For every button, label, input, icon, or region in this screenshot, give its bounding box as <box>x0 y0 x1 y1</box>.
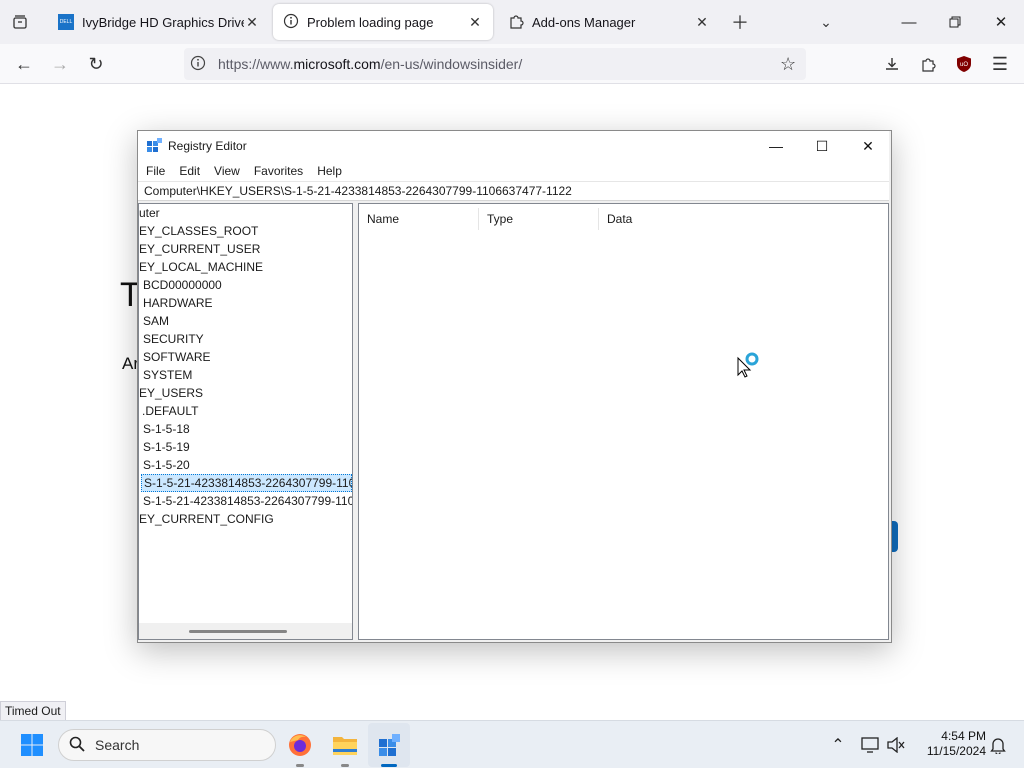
navigation-toolbar: ← → ↻ https://www.microsoft.com/en-us/wi… <box>0 44 1024 84</box>
registry-editor-taskbar-icon[interactable] <box>373 729 405 761</box>
tree-item-user-sid-classes[interactable]: S-1-5-21-4233814853-2264307799-11066 <box>143 492 352 510</box>
tree-item-security[interactable]: SECURITY <box>143 330 204 348</box>
tab-problem-loading[interactable]: Problem loading page ✕ <box>273 4 493 40</box>
running-indicator <box>341 764 349 767</box>
tab-label: IvyBridge HD Graphics Driver | D <box>82 14 244 30</box>
reload-icon[interactable]: ↻ <box>80 48 112 80</box>
column-header-type[interactable]: Type <box>479 208 599 230</box>
tab-overview-icon[interactable] <box>4 6 36 38</box>
search-icon <box>69 736 85 755</box>
dell-icon: DELL <box>58 14 74 30</box>
tree-item-hkcr[interactable]: EY_CLASSES_ROOT <box>139 222 258 240</box>
key-tree-pane[interactable]: uter EY_CLASSES_ROOT EY_CURRENT_USER EY_… <box>138 203 353 640</box>
menu-view[interactable]: View <box>206 164 246 178</box>
tree-item-s-1-5-19[interactable]: S-1-5-19 <box>143 438 190 456</box>
horizontal-scrollbar[interactable] <box>139 623 352 639</box>
close-icon[interactable]: ✕ <box>467 14 483 31</box>
ublock-shield-icon[interactable]: uO <box>948 48 980 80</box>
file-explorer-icon[interactable] <box>329 729 361 761</box>
close-icon[interactable]: ✕ <box>694 14 710 31</box>
windows-start-icon[interactable] <box>16 729 48 761</box>
extensions-icon[interactable] <box>912 48 944 80</box>
downloads-icon[interactable] <box>876 48 908 80</box>
tab-ivybridge[interactable]: DELL IvyBridge HD Graphics Driver | D ✕ <box>48 4 270 40</box>
close-window-icon[interactable]: ✕ <box>978 0 1024 44</box>
menu-bar: File Edit View Favorites Help <box>138 161 889 181</box>
tree-item-system[interactable]: SYSTEM <box>143 366 192 384</box>
tab-label: Add-ons Manager <box>532 14 636 30</box>
tree-item-hklm[interactable]: EY_LOCAL_MACHINE <box>139 258 263 276</box>
tab-addons-manager[interactable]: Add-ons Manager ✕ <box>498 4 720 40</box>
puzzle-icon <box>508 13 524 32</box>
menu-file[interactable]: File <box>138 164 171 178</box>
minimize-icon[interactable]: — <box>753 131 799 161</box>
close-icon[interactable]: ✕ <box>845 131 891 161</box>
browser-tab-bar: DELL IvyBridge HD Graphics Driver | D ✕ … <box>0 0 1024 44</box>
menu-favorites[interactable]: Favorites <box>246 164 309 178</box>
maximize-icon[interactable]: ☐ <box>799 131 845 161</box>
forward-arrow-icon[interactable]: → <box>44 48 76 80</box>
tree-item-software[interactable]: SOFTWARE <box>143 348 211 366</box>
url-text[interactable]: https://www.microsoft.com/en-us/windowsi… <box>218 56 522 72</box>
volume-muted-icon[interactable] <box>880 729 912 761</box>
scrollbar-thumb[interactable] <box>189 630 287 633</box>
clock-date: 11/15/2024 <box>926 744 986 758</box>
tree-item-default[interactable]: .DEFAULT <box>142 402 198 420</box>
menu-help[interactable]: Help <box>309 164 348 178</box>
tab-label: Problem loading page <box>307 14 434 30</box>
svg-text:uO: uO <box>960 62 968 68</box>
tree-item-s-1-5-18[interactable]: S-1-5-18 <box>143 420 190 438</box>
active-indicator <box>381 764 397 767</box>
new-tab-icon[interactable]: ＋ <box>724 6 756 38</box>
status-text: Timed Out <box>0 701 66 722</box>
tree-item-bcd[interactable]: BCD00000000 <box>143 276 222 294</box>
tree-item-s-1-5-20[interactable]: S-1-5-20 <box>143 456 190 474</box>
running-indicator <box>296 764 304 767</box>
notification-bell-icon[interactable] <box>982 729 1014 761</box>
tree-item-sam[interactable]: SAM <box>143 312 169 330</box>
tree-item-hkcc[interactable]: EY_CURRENT_CONFIG <box>139 510 274 528</box>
search-label: Search <box>95 737 140 753</box>
menu-hamburger-icon[interactable]: ☰ <box>984 48 1016 80</box>
clock-time: 4:54 PM <box>941 729 986 743</box>
clock[interactable]: 4:54 PM 11/15/2024 <box>914 729 986 759</box>
menu-edit[interactable]: Edit <box>171 164 206 178</box>
firefox-icon[interactable] <box>284 729 316 761</box>
bookmark-star-icon[interactable]: ☆ <box>780 54 796 75</box>
info-icon[interactable] <box>190 55 206 74</box>
values-list-pane[interactable]: Name Type Data <box>358 203 889 640</box>
taskbar: Search ⌃ 4:54 PM 11/15/2024 <box>0 720 1024 768</box>
registry-editor-window: Registry Editor — ☐ ✕ File Edit View Fav… <box>137 130 892 643</box>
tree-item-selected-user-sid[interactable]: S-1-5-21-4233814853-2264307799-11066 <box>141 474 352 492</box>
info-icon <box>283 13 299 32</box>
registry-address-bar[interactable]: Computer\HKEY_USERS\S-1-5-21-4233814853-… <box>138 181 889 201</box>
address-bar[interactable]: https://www.microsoft.com/en-us/windowsi… <box>184 48 806 80</box>
minimize-icon[interactable]: — <box>886 0 932 44</box>
registry-editor-icon <box>146 138 162 157</box>
window-title: Registry Editor <box>168 139 247 153</box>
back-arrow-icon[interactable]: ← <box>8 48 40 80</box>
busy-cursor-icon <box>736 352 762 383</box>
restore-icon[interactable] <box>932 0 978 44</box>
close-icon[interactable]: ✕ <box>244 14 260 31</box>
tree-item-computer[interactable]: uter <box>139 204 160 222</box>
column-header-data[interactable]: Data <box>599 208 719 230</box>
tree-item-hku[interactable]: EY_USERS <box>139 384 203 402</box>
tree-item-hkcu[interactable]: EY_CURRENT_USER <box>139 240 260 258</box>
taskbar-search-box[interactable]: Search <box>58 729 276 761</box>
tree-item-hardware[interactable]: HARDWARE <box>143 294 213 312</box>
list-tabs-chevron-icon[interactable]: ⌄ <box>810 6 842 38</box>
chevron-up-icon[interactable]: ⌃ <box>822 729 854 761</box>
title-bar[interactable]: Registry Editor — ☐ ✕ <box>138 131 889 161</box>
column-header-name[interactable]: Name <box>359 208 479 230</box>
